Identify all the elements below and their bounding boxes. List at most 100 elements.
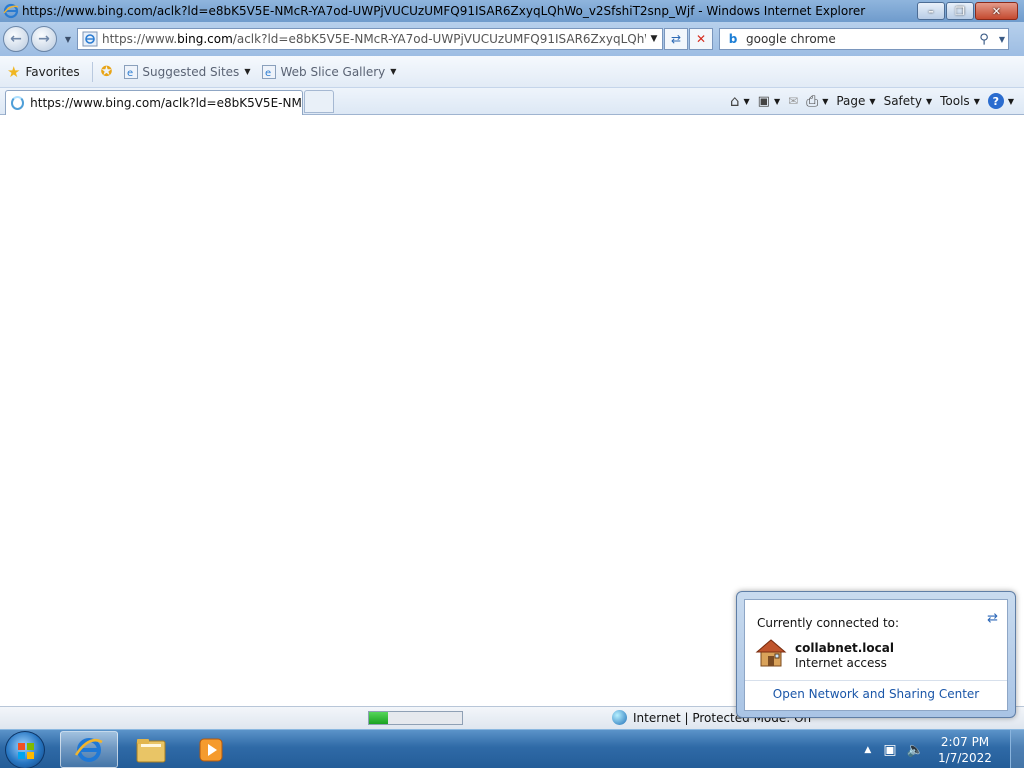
chevron-down-icon: ▼ <box>925 96 933 106</box>
chevron-down-icon: ▼ <box>773 96 781 106</box>
new-tab-button[interactable] <box>304 90 334 113</box>
ie-icon <box>74 737 103 762</box>
printer-icon: ⎙ <box>806 92 819 110</box>
chevron-down-icon: ▼ <box>1007 96 1014 106</box>
favorites-divider <box>91 61 93 82</box>
read-mail-button[interactable]: ✉ <box>788 94 798 108</box>
safety-menu[interactable]: Safety ▼ <box>884 94 933 108</box>
tab-title: https://www.bing.com/aclk?ld=e8bK5V5E-NM… <box>30 96 302 110</box>
feeds-button[interactable]: ▣ ▼ <box>758 94 780 109</box>
close-button[interactable]: ✕ <box>975 2 1018 20</box>
refresh-icon: ⇄ <box>670 32 682 46</box>
clock-date: 1/7/2022 <box>938 750 992 765</box>
home-icon: ⌂ <box>729 92 740 110</box>
show-hidden-icons-icon[interactable]: ▲ <box>864 745 871 755</box>
search-input[interactable] <box>742 32 972 46</box>
network-icon[interactable]: ▣ <box>883 742 896 758</box>
windows-logo-icon <box>18 743 34 759</box>
clock-time: 2:07 PM <box>940 734 990 749</box>
refresh-connections-icon[interactable]: ⇄ <box>987 611 998 626</box>
address-url[interactable]: https://www.bing.com/aclk?ld=e8bK5V5E-NM… <box>102 32 646 46</box>
tab-active[interactable]: https://www.bing.com/aclk?ld=e8bK5V5E-NM… <box>5 90 303 115</box>
tab-row: https://www.bing.com/aclk?ld=e8bK5V5E-NM… <box>0 88 1024 115</box>
media-player-icon <box>199 738 223 761</box>
stop-button[interactable]: ✕ <box>689 28 713 50</box>
chevron-down-icon: ▼ <box>650 34 658 44</box>
suggested-sites-link[interactable]: e Suggested Sites ▼ <box>124 64 251 79</box>
address-bar[interactable]: https://www.bing.com/aclk?ld=e8bK5V5E-NM… <box>77 28 663 50</box>
search-options-dropdown[interactable]: ▼ <box>996 35 1008 44</box>
add-to-favorites-icon[interactable]: ✪ <box>101 64 113 80</box>
navigation-bar: ← → ▼ https://www.bing.com/aclk?ld=e8bK5… <box>0 22 1024 56</box>
chevron-down-icon: ▼ <box>64 34 72 44</box>
folder-icon <box>136 738 166 762</box>
start-button[interactable] <box>5 731 45 768</box>
chevron-down-icon: ▼ <box>822 96 829 106</box>
forward-arrow-icon: → <box>38 31 50 47</box>
network-header: Currently connected to: <box>757 616 900 630</box>
bing-icon: b <box>728 32 738 46</box>
print-button[interactable]: ⎙ ▼ <box>806 92 828 110</box>
taskbar-ie[interactable] <box>60 731 118 768</box>
popup-divider <box>745 680 1007 681</box>
volume-icon[interactable]: 🔈 <box>907 742 924 758</box>
loading-icon <box>11 96 25 110</box>
title-bar: https://www.bing.com/aclk?ld=e8bK5V5E-NM… <box>0 0 1024 22</box>
globe-icon <box>612 710 627 725</box>
house-icon <box>755 639 787 667</box>
stop-icon: ✕ <box>695 32 707 46</box>
chevron-down-icon: ▼ <box>869 96 876 106</box>
system-tray: ▲ ▣ 🔈 2:07 PM 1/7/2022 <box>864 730 1024 768</box>
web-slice-gallery-link[interactable]: e Web Slice Gallery ▼ <box>262 64 397 79</box>
page-icon <box>82 31 98 47</box>
chevron-down-icon: ▼ <box>244 67 251 76</box>
favorites-button[interactable]: ★ Favorites <box>7 63 80 81</box>
window-title: https://www.bing.com/aclk?ld=e8bK5V5E-NM… <box>22 4 866 18</box>
page-menu-label: Page <box>836 94 866 108</box>
network-popup-body: Currently connected to: ⇄ collabnet.loca… <box>744 599 1008 711</box>
network-popup: Currently connected to: ⇄ collabnet.loca… <box>736 591 1016 718</box>
chevron-down-icon: ▼ <box>743 96 750 106</box>
refresh-button[interactable]: ⇄ <box>664 28 688 50</box>
rss-icon: ▣ <box>757 93 770 109</box>
chevron-down-icon: ▼ <box>390 67 397 76</box>
search-box[interactable]: b ⚲ ▼ <box>719 28 1009 50</box>
favorites-bar: ★ Favorites ✪ e Suggested Sites ▼ e Web … <box>0 56 1024 88</box>
show-desktop-button[interactable] <box>1010 730 1024 768</box>
mail-icon: ✉ <box>788 94 799 108</box>
web-slice-gallery-label: Web Slice Gallery <box>280 64 386 79</box>
loading-progress-bar <box>368 711 463 725</box>
minimize-icon: – <box>928 4 934 18</box>
favorites-label: Favorites <box>25 64 80 79</box>
url-path: /aclk?ld=e8bK5V5E-NMcR-YA7od-UWPjVUCUzUM… <box>232 32 646 46</box>
url-domain: bing.com <box>177 32 233 46</box>
svg-text:e: e <box>265 68 271 79</box>
tools-menu[interactable]: Tools ▼ <box>940 94 980 108</box>
back-arrow-icon: ← <box>10 31 22 47</box>
page-menu[interactable]: Page ▼ <box>836 94 875 108</box>
tools-menu-label: Tools <box>940 94 970 108</box>
url-prefix: https://www. <box>102 32 178 46</box>
network-name: collabnet.local <box>795 641 894 655</box>
progress-fill <box>369 712 388 724</box>
help-icon: ? <box>987 93 1004 109</box>
chevron-down-icon: ▼ <box>973 96 980 106</box>
recent-pages-dropdown[interactable]: ▼ <box>61 35 75 44</box>
open-network-center-link[interactable]: Open Network and Sharing Center <box>745 687 1007 701</box>
taskbar: ▲ ▣ 🔈 2:07 PM 1/7/2022 <box>0 729 1024 768</box>
svg-text:e: e <box>127 68 133 79</box>
restore-button[interactable]: ❐ <box>946 2 974 20</box>
clock[interactable]: 2:07 PM 1/7/2022 <box>934 734 996 766</box>
close-icon: ✕ <box>991 4 1002 18</box>
home-button[interactable]: ⌂ ▼ <box>730 92 750 110</box>
safety-menu-label: Safety <box>883 94 922 108</box>
search-icon[interactable]: ⚲ <box>972 32 996 47</box>
ie-icon <box>3 3 19 19</box>
forward-button[interactable]: → <box>31 26 57 52</box>
taskbar-explorer[interactable] <box>122 731 180 768</box>
address-dropdown[interactable]: ▼ <box>646 34 662 44</box>
taskbar-media-player[interactable] <box>182 731 240 768</box>
help-button[interactable]: ? ▼ <box>987 93 1014 109</box>
minimize-button[interactable]: – <box>917 2 945 20</box>
back-button[interactable]: ← <box>3 26 29 52</box>
